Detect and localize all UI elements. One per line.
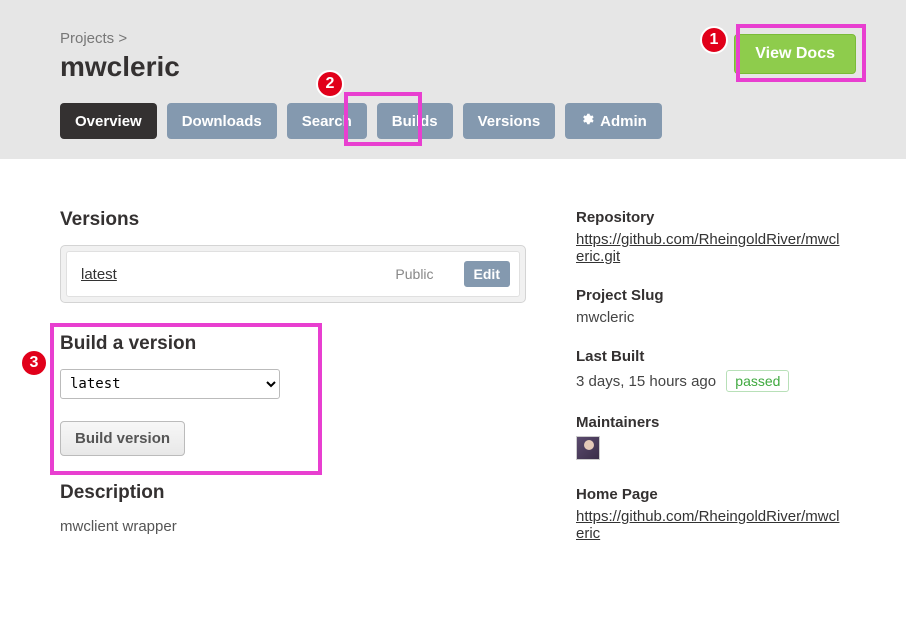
version-name-link[interactable]: latest	[81, 266, 375, 283]
versions-heading: Versions	[60, 209, 526, 231]
build-box: Build a version latest Build version	[60, 333, 526, 456]
meta-home-page-label: Home Page	[576, 486, 846, 503]
build-heading: Build a version	[60, 333, 526, 355]
meta-last-built-value: 3 days, 15 hours ago	[576, 373, 716, 390]
build-version-button[interactable]: Build version	[60, 421, 185, 456]
maintainer-avatar-link[interactable]	[576, 447, 600, 464]
tabs: Overview Downloads Search Builds Version…	[60, 103, 846, 139]
view-docs-button[interactable]: View Docs	[734, 34, 856, 74]
description-text: mwclient wrapper	[60, 518, 526, 535]
breadcrumb-sep: >	[118, 30, 127, 47]
build-status-badge: passed	[726, 370, 789, 392]
tab-admin-label: Admin	[600, 113, 647, 130]
avatar	[576, 436, 600, 460]
sidebar: Repository https://github.com/RheingoldR…	[576, 209, 846, 564]
meta-repository-label: Repository	[576, 209, 846, 226]
meta-slug: Project Slug mwcleric	[576, 287, 846, 326]
breadcrumb: Projects >	[60, 30, 846, 47]
versions-box: latest Public Edit	[60, 245, 526, 303]
meta-last-built-value-row: 3 days, 15 hours ago passed	[576, 370, 846, 392]
build-version-select[interactable]: latest	[60, 369, 280, 399]
tab-search[interactable]: Search	[287, 103, 367, 139]
meta-repository: Repository https://github.com/RheingoldR…	[576, 209, 846, 265]
header: Projects > mwcleric View Docs Overview D…	[0, 0, 906, 159]
tab-downloads[interactable]: Downloads	[167, 103, 277, 139]
breadcrumb-projects-link[interactable]: Projects	[60, 30, 114, 47]
project-title: mwcleric	[60, 51, 846, 83]
description-heading: Description	[60, 482, 526, 504]
tab-overview[interactable]: Overview	[60, 103, 157, 139]
version-visibility: Public	[395, 266, 433, 282]
meta-home-page: Home Page https://github.com/RheingoldRi…	[576, 486, 846, 542]
meta-home-page-link[interactable]: https://github.com/RheingoldRiver/mwcler…	[576, 508, 839, 542]
meta-slug-label: Project Slug	[576, 287, 846, 304]
main-column: Versions latest Public Edit Build a vers…	[60, 209, 526, 564]
meta-last-built: Last Built 3 days, 15 hours ago passed	[576, 348, 846, 392]
version-row: latest Public Edit	[66, 251, 520, 297]
meta-repository-link[interactable]: https://github.com/RheingoldRiver/mwcler…	[576, 231, 839, 265]
version-row-left: latest Public	[81, 266, 464, 283]
tab-builds[interactable]: Builds	[377, 103, 453, 139]
version-edit-button[interactable]: Edit	[464, 261, 510, 287]
tab-versions[interactable]: Versions	[463, 103, 556, 139]
meta-last-built-label: Last Built	[576, 348, 846, 365]
meta-maintainers: Maintainers	[576, 414, 846, 464]
tab-admin[interactable]: Admin	[565, 103, 662, 139]
meta-slug-value: mwcleric	[576, 309, 846, 326]
meta-maintainers-label: Maintainers	[576, 414, 846, 431]
gear-icon	[580, 112, 594, 130]
content: Versions latest Public Edit Build a vers…	[0, 159, 906, 614]
